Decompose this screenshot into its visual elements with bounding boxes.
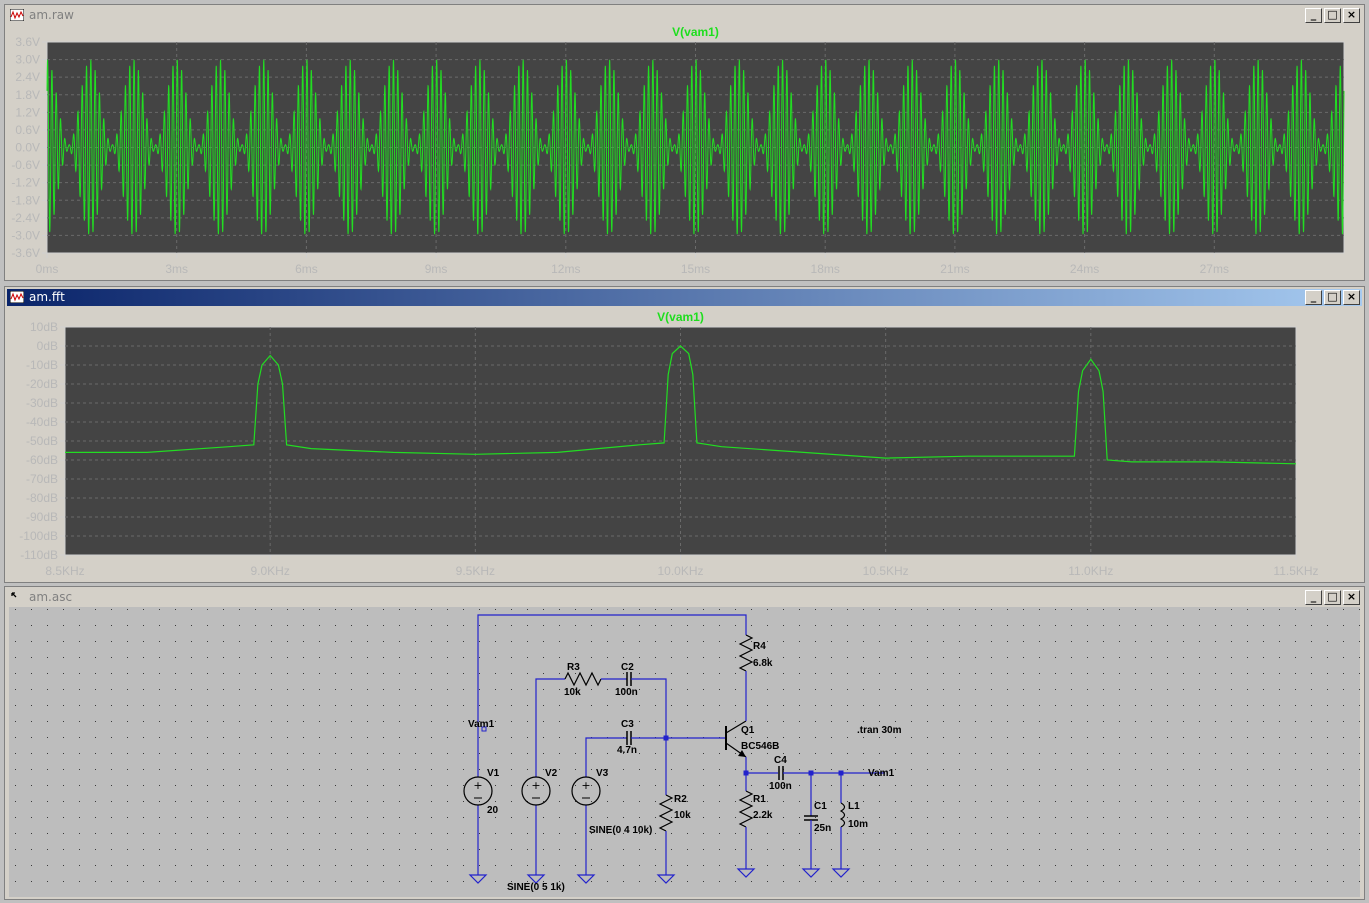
fft-spectrum-window[interactable]: am.fft _ □ × 10dB 0dB -10dB -20dB -30dB -40dB -5… [4, 286, 1365, 583]
c4-label: C4 [774, 755, 787, 766]
q1-label: Q1 [741, 725, 755, 736]
vam1-net-label: Vam1 [468, 719, 495, 730]
transient-y-tick-label: 0.0V [15, 141, 40, 155]
v2-value: SINE(0 5 1k) [507, 882, 565, 893]
r4-value: 6.8k [753, 658, 773, 669]
v3-label: V3 [596, 768, 609, 779]
v1-label: V1 [487, 768, 500, 779]
l1-label: L1 [848, 801, 860, 812]
fft-y-tick-label: -20dB [26, 377, 58, 391]
r2-label: R2 [674, 794, 687, 805]
schematic-window[interactable]: am.asc _ □ × + + + R4 6.8k R3 10k C2 100n C3… [4, 586, 1365, 900]
c2-label: C2 [621, 662, 634, 673]
r3-label: R3 [567, 662, 580, 673]
transient-x-tick-label: 0ms [36, 262, 59, 276]
v2-label: V2 [545, 768, 558, 779]
transient-x-tick-label: 15ms [681, 262, 710, 276]
transient-x-tick-label: 27ms [1200, 262, 1229, 276]
fft-x-tick-label: 10.0KHz [657, 564, 703, 578]
transient-x-tick-label: 18ms [811, 262, 840, 276]
r1-value: 2.2k [753, 810, 773, 821]
transient-x-tick-label: 3ms [165, 262, 188, 276]
transient-x-tick-label: 21ms [940, 262, 969, 276]
tran-directive[interactable]: .tran 30m [857, 725, 902, 736]
transient-y-tick-label: -3.0V [11, 228, 40, 242]
transient-y-tick-label: -3.6V [11, 246, 40, 260]
v1-source-plus: + [473, 779, 482, 792]
v3-value: SINE(0 4 10k) [589, 825, 652, 836]
fft-x-tick-label: 11.0KHz [1068, 564, 1113, 578]
fft-y-tick-label: -30dB [26, 396, 58, 410]
fft-x-tick-label: 10.5KHz [863, 564, 909, 578]
transient-y-tick-label: 3.0V [15, 53, 40, 67]
c3-label: C3 [621, 719, 634, 730]
fft-x-tick-label: 9.0KHz [250, 564, 289, 578]
fft-y-tick-label: -10dB [26, 358, 58, 372]
schematic-grid [9, 607, 1360, 897]
transient-x-tick-label: 9ms [425, 262, 448, 276]
q1-value: BC546B [741, 741, 779, 752]
fft-y-tick-label: -60dB [26, 453, 58, 467]
fft-y-tick-label: -70dB [26, 472, 58, 486]
c3-value: 4.7n [617, 745, 637, 756]
transient-waveform-plot[interactable]: 3.6V 3.0V 2.4V 1.8V 1.2V 0.6V 0.0V -0.6V -1.2V -1… [5, 5, 1364, 280]
v1-value: 20 [487, 805, 499, 816]
fft-y-tick-label: 0dB [37, 339, 58, 353]
transient-y-tick-label: 1.8V [15, 88, 40, 102]
l1-value: 10m [848, 819, 868, 830]
transient-y-tick-label: 2.4V [15, 70, 40, 84]
fft-y-tick-label: -50dB [26, 434, 58, 448]
transient-y-tick-label: -2.4V [11, 211, 40, 225]
fft-y-tick-label: -110dB [20, 548, 58, 562]
fft-x-tick-label: 11.5KHz [1273, 564, 1318, 578]
v3-source-plus: + [581, 779, 590, 792]
fft-trace-name: V(vam1) [657, 310, 704, 324]
c4-value: 100n [769, 781, 792, 792]
junction-dot [663, 735, 669, 741]
fft-x-tick-label: 8.5KHz [45, 564, 84, 578]
transient-x-tick-label: 12ms [551, 262, 580, 276]
transient-y-tick-label: 3.6V [15, 35, 40, 49]
r3-value: 10k [564, 687, 581, 698]
transient-y-tick-label: -1.2V [11, 176, 40, 190]
transient-trace-name: V(vam1) [672, 25, 719, 39]
vam1-output-label: Vam1 [868, 768, 895, 779]
transient-y-tick-label: 0.6V [15, 123, 40, 137]
fft-y-tick-label: -100dB [19, 529, 58, 543]
fft-y-tick-label: -80dB [26, 491, 58, 505]
raw-waveform-window[interactable]: am.raw _ □ × 3.6V 3.0V 2.4V 1.8V 1.2V 0.6V 0.0V -… [4, 4, 1365, 281]
fft-y-tick-label: 10dB [30, 320, 58, 334]
c2-value: 100n [615, 687, 638, 698]
c1-value: 25n [814, 823, 831, 834]
schematic-canvas[interactable]: + + + R4 6.8k R3 10k C2 100n C3 4.7n Q1 BC… [5, 587, 1364, 899]
r2-value: 10k [674, 810, 691, 821]
transient-y-tick-label: 1.2V [15, 105, 40, 119]
transient-y-tick-label: -1.8V [11, 193, 40, 207]
v2-source-plus: + [531, 779, 540, 792]
fft-y-tick-label: -90dB [26, 510, 58, 524]
transient-x-tick-label: 24ms [1070, 262, 1099, 276]
c1-label: C1 [814, 801, 827, 812]
fft-x-tick-label: 9.5KHz [456, 564, 495, 578]
transient-y-tick-label: -0.6V [11, 158, 40, 172]
r1-label: R1 [753, 794, 766, 805]
fft-y-tick-label: -40dB [26, 415, 58, 429]
transient-x-tick-label: 6ms [295, 262, 318, 276]
r4-label: R4 [753, 641, 766, 652]
fft-spectrum-plot[interactable]: 10dB 0dB -10dB -20dB -30dB -40dB -50dB -60dB -70… [5, 287, 1364, 582]
